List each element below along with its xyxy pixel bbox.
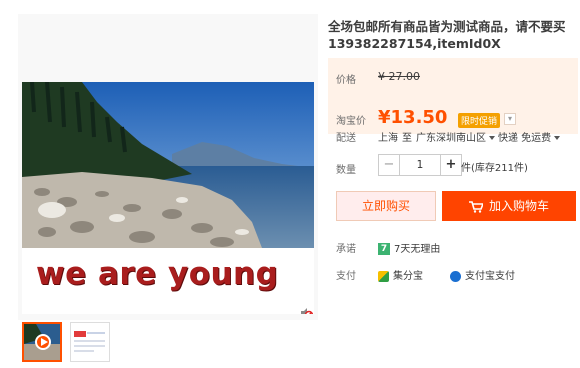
cart-icon [468,200,483,213]
mute-icon[interactable] [299,306,313,314]
delivery-method-select[interactable]: 快递 免运费 [498,129,561,144]
delivery-to-word: 至 [402,133,412,144]
quantity-input[interactable]: 1 [400,154,440,176]
thumbnail-doc-image [71,323,109,361]
quantity-decrease-button[interactable]: − [378,154,400,176]
promise-text: 7天无理由 [394,244,441,255]
delivery-destination-select[interactable]: 广东深圳南山区 [416,129,495,144]
quantity-label: 数量 [336,165,356,176]
price-label: 价格 [336,75,356,86]
payment-method-1: 集分宝 [393,271,423,282]
payment-method-jifenbao[interactable]: 集分宝 [378,267,423,282]
payment-method-2: 支付宝支付 [465,271,515,282]
payment-method-alipay[interactable]: 支付宝支付 [450,267,515,282]
original-price: ¥ 27.00 [378,70,420,83]
thumbnail-image-2[interactable] [70,322,110,362]
payment-label: 支付 [336,271,356,282]
chevron-down-icon [554,136,561,140]
promo-badge[interactable]: 限时促销 [458,113,501,128]
thumbnail-video[interactable] [22,322,62,362]
image-caption: we are young [36,256,279,292]
quantity-increase-button[interactable]: + [440,154,462,176]
add-to-cart-button[interactable]: 加入购物车 [442,191,576,221]
delivery-destination: 广东深圳南山区 [416,133,486,144]
promo-expand-button[interactable]: ▾ [504,113,516,125]
promo-price: ¥13.50 [378,107,448,128]
play-icon[interactable] [35,334,51,350]
promise-item[interactable]: 7 7天无理由 [378,240,440,255]
product-info: 全场包邮所有商品皆为测试商品，请不要买139382287154,itemId0X… [328,18,578,282]
delivery-from: 上海 [378,133,398,144]
thumbnail-strip [22,322,110,362]
lake-scene-image [22,82,314,248]
promise-icon: 7 [378,243,390,255]
jifenbao-icon [378,270,389,282]
product-title: 全场包邮所有商品皆为测试商品，请不要买139382287154,itemId0X [328,19,566,51]
delivery-label: 配送 [336,133,356,144]
add-to-cart-label: 加入购物车 [488,199,549,213]
alipay-icon [450,270,461,282]
price-box: 价格 ¥ 27.00 淘宝价 ¥13.50 限时促销 ▾ [328,58,578,134]
product-gallery: we are young [18,14,318,320]
quantity-stepper: − 1 + [378,154,462,176]
chevron-down-icon [489,136,495,140]
promo-price-label: 淘宝价 [336,116,366,127]
stock-info: 件(库存211件) [461,163,528,174]
delivery-method: 快递 免运费 [498,133,552,144]
buy-now-button[interactable]: 立即购买 [336,191,436,221]
promise-label: 承诺 [336,244,356,255]
main-product-image[interactable]: we are young [22,82,314,314]
